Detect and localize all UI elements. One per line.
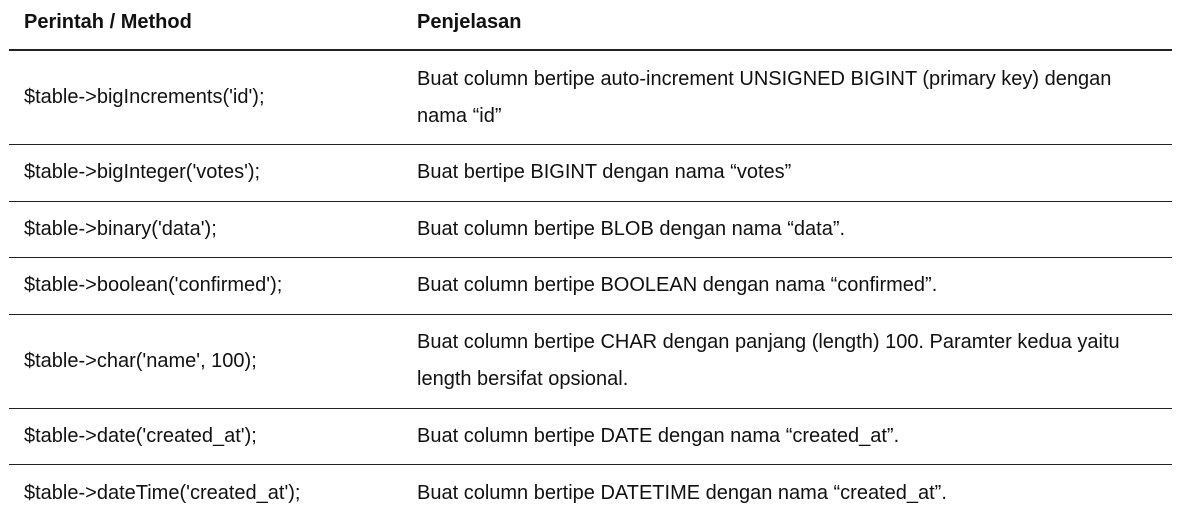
table-row: $table->bigInteger('votes'); Buat bertip…	[9, 145, 1172, 202]
table-row: $table->date('created_at'); Buat column …	[9, 409, 1172, 465]
description-cell: Buat bertipe BIGINT dengan nama “votes”	[417, 161, 792, 184]
method-cell: $table->bigIncrements('id');	[24, 86, 265, 108]
method-cell: $table->char('name', 100);	[24, 349, 257, 372]
table-row: $table->dateTime('created_at'); Buat col…	[9, 465, 1172, 522]
method-cell: $table->bigInteger('votes');	[24, 161, 261, 184]
description-cell: Buat column bertipe CHAR dengan panjang …	[417, 331, 1120, 390]
table-row: $table->bigIncrements('id'); Buat column…	[9, 51, 1172, 145]
method-reference-table: Perintah / Method Penjelasan $table->big…	[9, 0, 1172, 522]
description-cell: Buat column bertipe BOOLEAN dengan nama …	[417, 274, 938, 297]
description-cell: Buat column bertipe auto-increment UNSIG…	[417, 67, 1112, 127]
description-cell: Buat column bertipe BLOB dengan nama “da…	[417, 217, 846, 240]
table-header-row: Perintah / Method Penjelasan	[9, 0, 1172, 51]
description-cell: Buat column bertipe DATE dengan nama “cr…	[417, 424, 900, 447]
method-cell: $table->boolean('confirmed');	[24, 274, 283, 297]
table-row: $table->boolean('confirmed'); Buat colum…	[9, 258, 1172, 315]
method-cell: $table->date('created_at');	[24, 424, 257, 447]
method-cell: $table->dateTime('created_at');	[24, 482, 301, 504]
table-row: $table->char('name', 100); Buat column b…	[9, 315, 1172, 409]
header-method: Perintah / Method	[24, 11, 192, 33]
header-description: Penjelasan	[417, 11, 522, 33]
description-cell: Buat column bertipe DATETIME dengan nama…	[417, 482, 947, 504]
method-cell: $table->binary('data');	[24, 217, 217, 240]
table-row: $table->binary('data'); Buat column bert…	[9, 202, 1172, 258]
